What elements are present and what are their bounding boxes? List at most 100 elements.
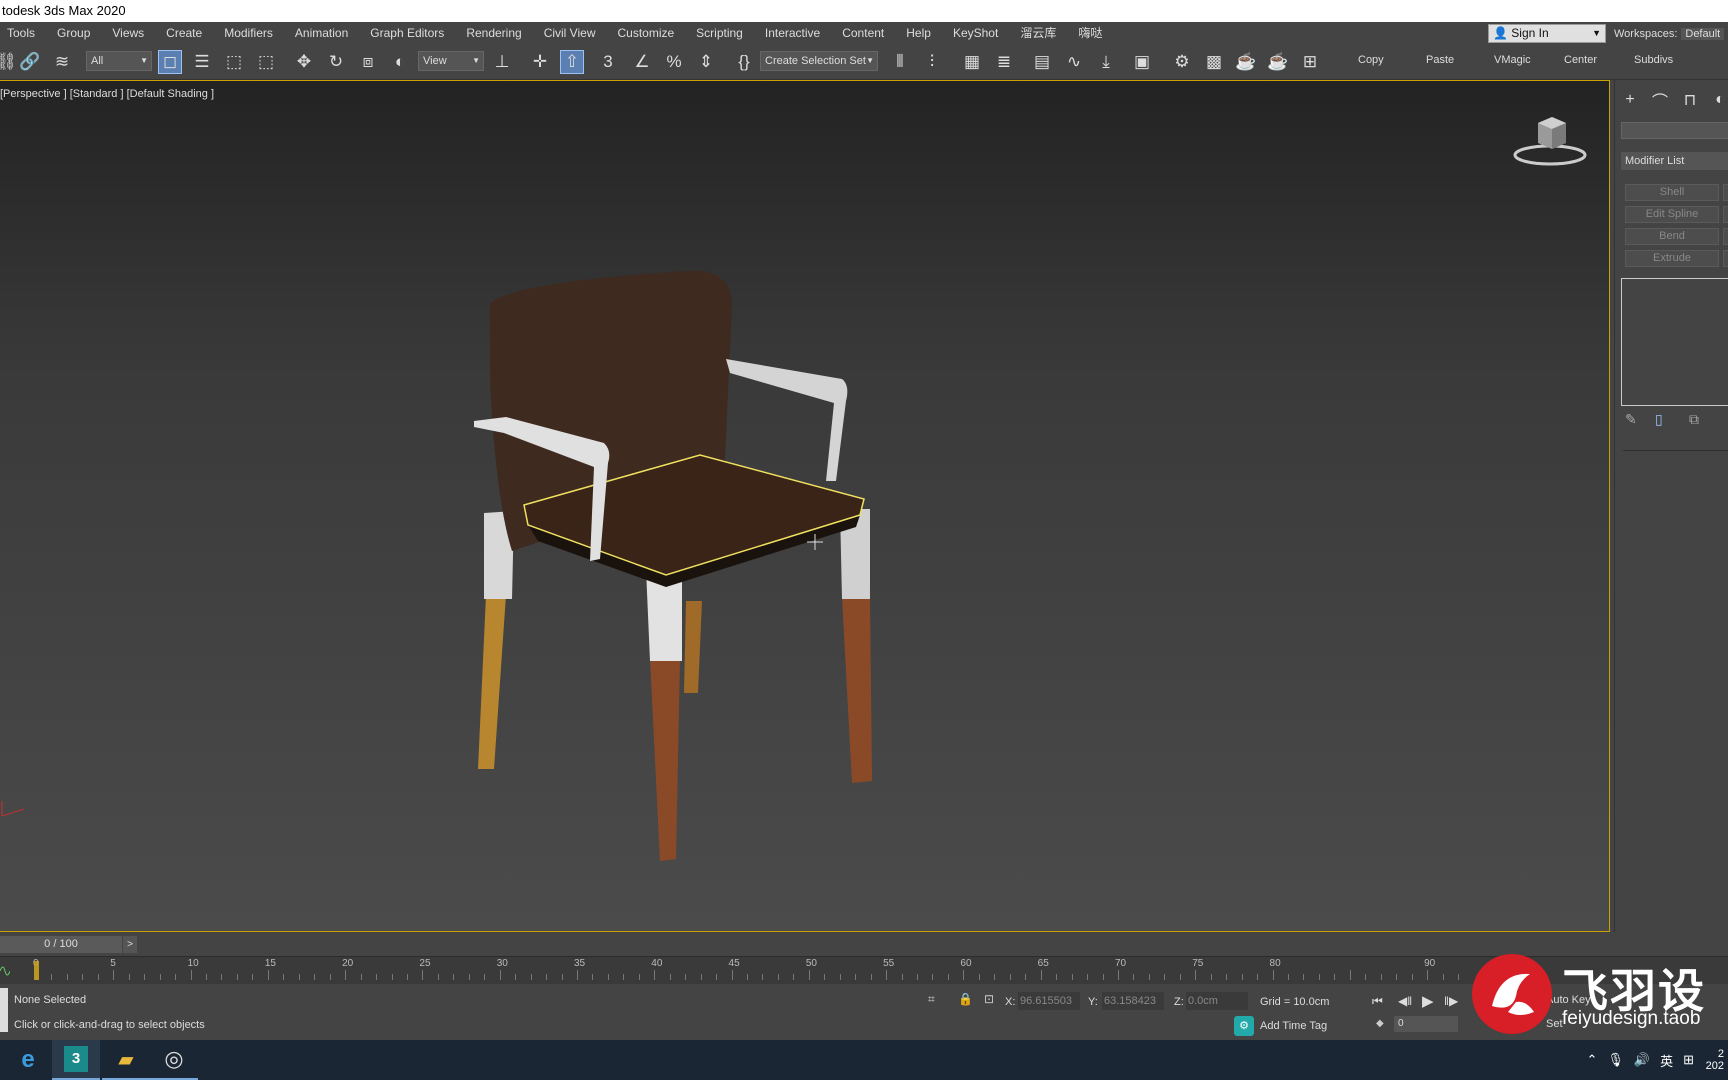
curve-editor-icon[interactable]: ∿ bbox=[1062, 50, 1086, 74]
chair-arm-right[interactable] bbox=[726, 359, 848, 481]
subdivs-button[interactable]: Subdivs bbox=[1634, 54, 1673, 66]
chair-leg-front-left[interactable] bbox=[650, 659, 680, 861]
modifier-extra-button[interactable] bbox=[1723, 184, 1728, 201]
add-time-tag-icon[interactable]: ⚙ bbox=[1234, 1016, 1254, 1036]
next-frame-button[interactable]: > bbox=[123, 936, 137, 953]
file-explorer-icon[interactable]: ▰ bbox=[102, 1040, 150, 1080]
toggle-scene-explorer-icon[interactable]: ▦ bbox=[960, 50, 984, 74]
percent-snap-icon[interactable]: % bbox=[662, 50, 686, 74]
copy-button[interactable]: Copy bbox=[1358, 54, 1384, 66]
vmagic-button[interactable]: VMagic bbox=[1494, 54, 1531, 66]
show-hidden-icons-icon[interactable]: ⌃ bbox=[1586, 1052, 1597, 1068]
material-editor-icon[interactable]: ▣ bbox=[1130, 50, 1154, 74]
menu-civil-view[interactable]: Civil View bbox=[534, 22, 608, 44]
menu-customize[interactable]: Customize bbox=[607, 22, 686, 44]
playhead[interactable] bbox=[34, 961, 39, 980]
previous-frame-icon[interactable]: ◀‖ bbox=[1398, 994, 1412, 1008]
center-button[interactable]: Center bbox=[1564, 54, 1597, 66]
absolute-mode-icon[interactable]: ⊡ bbox=[984, 992, 994, 1006]
pivot-center-icon[interactable]: ⊥ bbox=[490, 50, 514, 74]
menu-haida[interactable]: 嗨哒 bbox=[1068, 22, 1114, 44]
x-coordinate-field[interactable]: 96.615503 bbox=[1018, 992, 1080, 1010]
play-icon[interactable]: ▶ bbox=[1422, 992, 1434, 1010]
next-frame-icon[interactable]: ‖▶ bbox=[1444, 994, 1458, 1008]
select-manipulate-icon[interactable]: ✛ bbox=[528, 50, 552, 74]
modifier-extra-button[interactable] bbox=[1723, 250, 1728, 267]
lock-icon[interactable]: 🔒 bbox=[958, 992, 973, 1006]
rendered-frame-window-icon[interactable]: ▩ bbox=[1202, 50, 1226, 74]
rectangular-region-icon[interactable]: ⬚ bbox=[222, 50, 246, 74]
create-tab-icon[interactable]: + bbox=[1619, 89, 1641, 111]
menu-graph-editors[interactable]: Graph Editors bbox=[360, 22, 456, 44]
pin-stack-icon[interactable]: ✎ bbox=[1625, 411, 1637, 428]
add-time-tag-button[interactable]: Add Time Tag bbox=[1260, 1020, 1327, 1032]
modifier-extra-button[interactable] bbox=[1723, 206, 1728, 223]
menu-tools[interactable]: Tools bbox=[0, 22, 47, 44]
3ds-max-taskbar-icon[interactable]: 3 bbox=[52, 1040, 100, 1080]
modify-tab-icon[interactable]: ⌒ bbox=[1649, 89, 1671, 111]
keyboard-grid-icon[interactable]: ⊞ bbox=[1683, 1052, 1694, 1068]
modifier-extra-button[interactable] bbox=[1723, 228, 1728, 245]
key-mode-toggle-icon[interactable]: ◆ bbox=[1376, 1018, 1384, 1029]
modifier-stack[interactable] bbox=[1621, 278, 1728, 406]
ime-indicator[interactable]: 英 bbox=[1660, 1051, 1673, 1070]
current-frame-field[interactable]: 0 bbox=[1394, 1016, 1458, 1032]
chair-leg-front-right[interactable] bbox=[842, 597, 872, 783]
mirror-icon[interactable]: ⫴ bbox=[888, 50, 912, 74]
y-coordinate-field[interactable]: 63.158423 bbox=[1102, 992, 1164, 1010]
named-selection-set-dropdown[interactable]: Create Selection Set ▼ bbox=[760, 51, 878, 71]
menu-scripting[interactable]: Scripting bbox=[686, 22, 755, 44]
scale-icon[interactable]: ⧈ bbox=[356, 50, 380, 74]
link-icon[interactable]: ⛓ bbox=[0, 50, 18, 74]
modifier-edit-spline-button[interactable]: Edit Spline bbox=[1625, 206, 1719, 223]
spinner-snap-icon[interactable]: ⇕ bbox=[694, 50, 718, 74]
viewcube-icon[interactable] bbox=[1512, 113, 1588, 169]
edge-browser-icon[interactable]: e bbox=[4, 1040, 52, 1080]
z-coordinate-field[interactable]: 0.0cm bbox=[1186, 992, 1248, 1010]
window-crossing-icon[interactable]: ⬚ bbox=[254, 50, 278, 74]
keyboard-shortcut-override-icon[interactable]: ⇧ bbox=[560, 50, 584, 74]
align-icon[interactable]: ⫶ bbox=[920, 50, 944, 74]
object-name-field[interactable] bbox=[1621, 122, 1728, 139]
edit-named-selection-icon[interactable]: {} bbox=[732, 50, 756, 74]
menu-modifiers[interactable]: Modifiers bbox=[214, 22, 285, 44]
workspaces-selector[interactable]: Workspaces: Default bbox=[1614, 24, 1728, 44]
chair-model[interactable] bbox=[0, 81, 1610, 932]
time-slider-thumb[interactable]: 0 / 100 bbox=[0, 936, 122, 953]
render-iterative-icon[interactable]: ☕ bbox=[1266, 50, 1290, 74]
selection-filter-dropdown[interactable]: All ▼ bbox=[86, 51, 152, 71]
menu-keyshot[interactable]: KeyShot bbox=[943, 22, 1010, 44]
modifier-bend-button[interactable]: Bend bbox=[1625, 228, 1719, 245]
place-icon[interactable]: ◐ bbox=[388, 50, 412, 74]
move-icon[interactable]: ✥ bbox=[292, 50, 316, 74]
menu-rendering[interactable]: Rendering bbox=[456, 22, 533, 44]
make-unique-icon[interactable]: ⧉ bbox=[1689, 411, 1699, 428]
clock[interactable]: 2 202 bbox=[1704, 1048, 1724, 1072]
menu-help[interactable]: Help bbox=[896, 22, 943, 44]
toggle-layer-explorer-icon[interactable]: ≣ bbox=[992, 50, 1016, 74]
angle-snap-icon[interactable]: ∠ bbox=[630, 50, 654, 74]
rotate-icon[interactable]: ↻ bbox=[324, 50, 348, 74]
maxscript-listener[interactable] bbox=[0, 988, 8, 1032]
hierarchy-tab-icon[interactable]: ⊓ bbox=[1679, 89, 1701, 111]
track-bar[interactable]: 0510152025303540455055606570758090 bbox=[0, 956, 1728, 984]
modifier-list-dropdown[interactable]: Modifier List bbox=[1621, 152, 1728, 170]
sign-in-dropdown[interactable]: 👤 Sign In ▼ bbox=[1488, 24, 1606, 43]
menu-liuyunku[interactable]: 溜云库 bbox=[1010, 22, 1068, 44]
schematic-view-icon[interactable]: ⤓ bbox=[1094, 50, 1118, 74]
snaps-toggle-icon[interactable]: 3 bbox=[596, 50, 620, 74]
render-grid-icon[interactable]: ⊞ bbox=[1298, 50, 1322, 74]
go-to-start-icon[interactable]: ⏮ bbox=[1372, 994, 1383, 1009]
speaker-icon[interactable]: 🔊 bbox=[1634, 1052, 1650, 1068]
menu-create[interactable]: Create bbox=[156, 22, 214, 44]
motion-tab-icon[interactable]: ◐ bbox=[1709, 89, 1728, 111]
menu-content[interactable]: Content bbox=[832, 22, 896, 44]
modifier-extrude-button[interactable]: Extrude bbox=[1625, 250, 1719, 267]
curve-editor-mini-icon[interactable] bbox=[0, 961, 10, 981]
render-setup-icon[interactable]: ⚙ bbox=[1170, 50, 1194, 74]
bind-space-warp-icon[interactable]: ≋ bbox=[50, 50, 74, 74]
unlink-icon[interactable]: 🔗 bbox=[18, 50, 42, 74]
render-production-icon[interactable]: ☕ bbox=[1234, 50, 1258, 74]
select-object-icon[interactable]: ◻ bbox=[158, 50, 182, 74]
show-end-result-icon[interactable]: ▯ bbox=[1655, 411, 1663, 428]
